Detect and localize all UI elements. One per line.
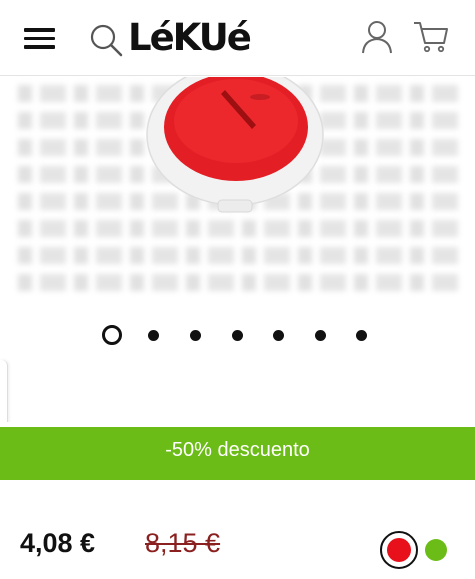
color-swatch-red[interactable] bbox=[380, 531, 418, 569]
carousel-dot-7[interactable] bbox=[356, 330, 367, 341]
hamburger-menu-icon[interactable] bbox=[24, 28, 56, 50]
discount-label: -50% descuento bbox=[165, 439, 310, 461]
original-price: 8,15 € bbox=[145, 528, 221, 558]
side-panel-edge bbox=[0, 360, 8, 422]
carousel-dot-4[interactable] bbox=[232, 330, 243, 341]
site-header: LéKUé bbox=[0, 0, 475, 76]
color-swatch-green[interactable] bbox=[425, 539, 447, 561]
product-image-carousel[interactable] bbox=[0, 77, 475, 422]
current-price: 4,08 € bbox=[20, 528, 96, 558]
user-icon[interactable] bbox=[360, 19, 394, 55]
discount-banner: -50% descuento bbox=[0, 427, 475, 480]
price-row: 4,08 € 8,15 € bbox=[0, 520, 475, 570]
carousel-dots bbox=[100, 323, 380, 345]
product-image bbox=[146, 77, 324, 213]
carousel-dot-1[interactable] bbox=[102, 325, 122, 345]
carousel-dot-2[interactable] bbox=[148, 330, 159, 341]
search-icon[interactable] bbox=[88, 22, 124, 58]
carousel-dot-3[interactable] bbox=[190, 330, 201, 341]
brand-logo[interactable]: LéKUé bbox=[128, 14, 252, 62]
carousel-dot-5[interactable] bbox=[273, 330, 284, 341]
cart-icon[interactable] bbox=[412, 19, 450, 55]
carousel-dot-6[interactable] bbox=[315, 330, 326, 341]
